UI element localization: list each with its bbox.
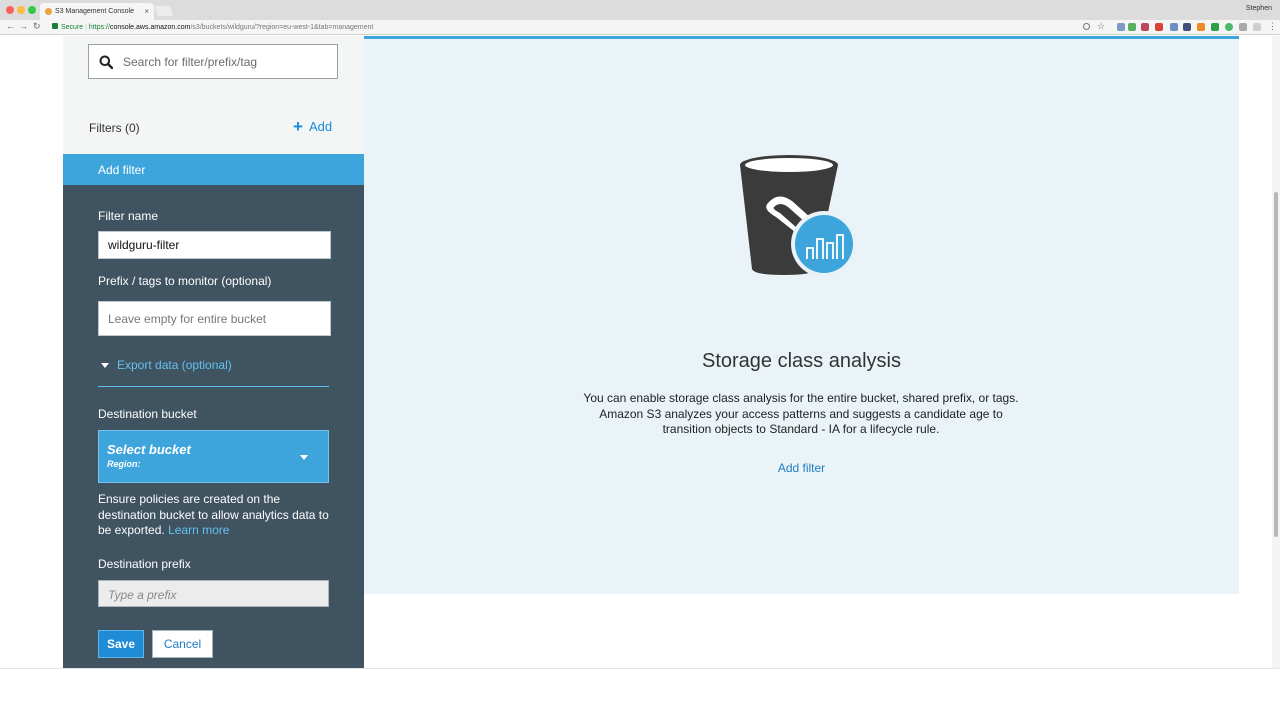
filter-search-input[interactable] — [123, 45, 333, 78]
dropdown-caret-icon — [300, 455, 308, 460]
plus-icon: + — [293, 117, 303, 136]
export-data-label: Export data (optional) — [117, 358, 232, 372]
storage-analysis-title: Storage class analysis — [702, 350, 901, 372]
reload-icon[interactable]: ↻ — [33, 21, 41, 32]
select-bucket-title: Select bucket — [107, 442, 191, 457]
filters-sidebar: Filters (0) + Add — [63, 36, 364, 154]
filter-name-label: Filter name — [98, 209, 159, 223]
tab-close-icon[interactable]: × — [144, 7, 149, 16]
caret-down-icon — [101, 362, 109, 368]
select-bucket-dropdown[interactable]: Select bucket Region: — [98, 430, 329, 483]
extension-icon[interactable] — [1211, 23, 1219, 31]
forward-icon[interactable]: → — [19, 21, 28, 31]
add-filter-panel: Add filter Filter name wildguru-filter P… — [63, 154, 364, 668]
extension-icon[interactable] — [1239, 23, 1247, 31]
add-filter-button[interactable]: Add filter — [364, 461, 1239, 475]
storage-analysis-description: You can enable storage class analysis fo… — [583, 391, 1019, 436]
browser-menu-icon[interactable]: ⋮ — [1268, 21, 1277, 32]
address-bar[interactable]: Secure | https://console.aws.amazon.com/… — [48, 21, 1093, 33]
profile-name[interactable]: Stephen — [1246, 5, 1272, 12]
back-icon[interactable]: ← — [6, 21, 15, 31]
export-divider — [98, 386, 329, 387]
bottom-strip — [0, 668, 1280, 720]
extension-icon[interactable] — [1183, 23, 1191, 31]
policy-note: Ensure policies are created on the desti… — [98, 492, 336, 539]
address-toolbar: ← → ↻ Secure | https://console.aws.amazo… — [0, 20, 1280, 35]
window-minimize-icon[interactable] — [17, 6, 25, 14]
destination-prefix-label: Destination prefix — [98, 557, 191, 571]
extension-icon[interactable] — [1197, 23, 1205, 31]
prefix-tags-label: Prefix / tags to monitor (optional) — [98, 274, 272, 288]
learn-more-link[interactable]: Learn more — [168, 523, 229, 537]
secure-label: Secure — [61, 24, 84, 31]
extension-icon[interactable] — [1117, 23, 1125, 31]
filter-search-box[interactable] — [88, 44, 338, 79]
extension-icon[interactable] — [1225, 23, 1233, 31]
s3-page: Filters (0) + Add Add filter Filter name… — [0, 36, 1280, 668]
extension-icon[interactable] — [1128, 23, 1136, 31]
bucket-analytics-icon — [740, 155, 857, 277]
cancel-button[interactable]: Cancel — [152, 630, 213, 658]
select-bucket-region: Region: — [107, 459, 141, 469]
add-filter-link[interactable]: + Add — [293, 117, 333, 136]
panel-header: Add filter — [63, 154, 364, 185]
window-zoom-icon[interactable] — [28, 6, 36, 14]
extension-icon[interactable] — [1170, 23, 1178, 31]
url-path: /s3/buckets/wildguru/?region=eu-west-1&t… — [190, 24, 374, 31]
search-icon — [99, 55, 113, 69]
page-scrollbar[interactable] — [1272, 36, 1280, 668]
new-tab-button[interactable] — [154, 6, 174, 16]
destination-bucket-label: Destination bucket — [98, 407, 197, 421]
add-label: Add — [308, 119, 333, 134]
extension-icon[interactable] — [1253, 23, 1261, 31]
extension-icon[interactable] — [1155, 23, 1163, 31]
url-scheme: https:// — [88, 24, 110, 31]
zoom-icon[interactable] — [1083, 23, 1090, 30]
filters-count-label: Filters (0) — [89, 121, 140, 135]
window-close-icon[interactable] — [6, 6, 14, 14]
storage-analysis-main: Storage class analysis You can enable st… — [364, 36, 1239, 594]
extension-icon[interactable] — [1141, 23, 1149, 31]
save-button[interactable]: Save — [98, 630, 144, 658]
url-host: console.aws.amazon.com — [109, 24, 191, 31]
lock-icon — [52, 23, 58, 29]
favicon-icon — [45, 8, 52, 15]
destination-prefix-input[interactable]: Type a prefix — [98, 580, 329, 607]
export-data-toggle[interactable]: Export data (optional) — [101, 358, 232, 372]
prefix-tags-input[interactable]: Leave empty for entire bucket — [98, 301, 331, 336]
bookmark-star-icon[interactable]: ☆ — [1097, 21, 1105, 32]
scrollbar-thumb[interactable] — [1274, 192, 1278, 537]
browser-tab[interactable]: S3 Management Console × — [40, 3, 154, 20]
tab-title: S3 Management Console — [55, 8, 134, 15]
filter-name-input[interactable]: wildguru-filter — [98, 231, 331, 259]
browser-tab-strip: S3 Management Console × Stephen — [0, 0, 1280, 20]
